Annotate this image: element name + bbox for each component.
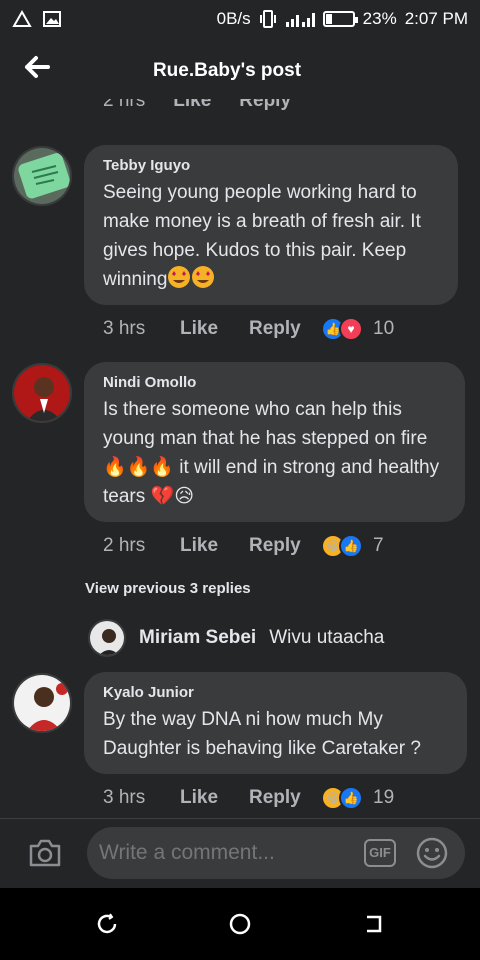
reply-button[interactable]: Reply: [239, 99, 291, 112]
comment-composer: GIF: [0, 818, 480, 888]
star-struck-emoji-icon: [192, 266, 215, 288]
reply-button[interactable]: Reply: [249, 535, 321, 557]
comment-text: Seeing young people working hard to make…: [103, 182, 421, 290]
reactions[interactable]: 😆 👍 19: [321, 786, 394, 810]
fire-emoji-icon: 🔥🔥🔥: [103, 457, 174, 478]
comment-meta: 3 hrs Like Reply 😆 👍 19: [103, 786, 394, 810]
system-nav-bar: [0, 888, 480, 960]
avatar[interactable]: [12, 363, 72, 423]
comment-author[interactable]: Kyalo Junior: [103, 684, 448, 701]
battery-percent: 23%: [362, 9, 397, 28]
view-previous-replies-link[interactable]: View previous 3 replies: [85, 580, 251, 597]
reaction-count: 19: [373, 787, 395, 808]
battery-icon: [322, 11, 358, 27]
reply-text: Wivu utaacha: [269, 627, 385, 648]
comment-time: 3 hrs: [103, 787, 146, 808]
page-title: Rue.Baby's post: [152, 60, 302, 81]
avatar[interactable]: [12, 146, 72, 206]
vibrate-icon: [259, 10, 276, 28]
reply-author[interactable]: Miriam Sebei: [139, 627, 256, 649]
comment-bubble[interactable]: Nindi Omollo Is there someone who can he…: [84, 362, 465, 522]
gif-button[interactable]: GIF: [364, 839, 396, 867]
reply-preview[interactable]: Miriam Sebei Wivu utaacha: [88, 619, 384, 657]
comment-input[interactable]: [87, 827, 465, 879]
emoji-icon[interactable]: [416, 837, 448, 869]
avatar[interactable]: [88, 619, 126, 657]
camera-icon[interactable]: [28, 838, 62, 868]
like-button[interactable]: Like: [173, 99, 211, 112]
comment-time: 2 hrs: [103, 99, 146, 111]
back-nav-icon[interactable]: [362, 912, 386, 936]
comment-text: Is there someone who can help this young…: [103, 399, 440, 507]
comment-bubble[interactable]: Tebby Iguyo Seeing young people working …: [84, 145, 458, 305]
crying-emoji-icon: 😥: [174, 486, 195, 507]
reply-button[interactable]: Reply: [249, 787, 321, 809]
like-button[interactable]: Like: [180, 787, 249, 809]
status-bar: 0B/s 23% 2:07 PM: [0, 0, 480, 38]
recent-apps-icon[interactable]: [95, 912, 119, 936]
reaction-count: 10: [373, 318, 395, 339]
reactions[interactable]: 😆 👍 7: [321, 534, 384, 558]
comment-meta: 2 hrs Like Reply 😆 👍 7: [103, 534, 384, 558]
like-reaction-icon: 👍: [339, 534, 363, 558]
comment-time: 3 hrs: [103, 318, 146, 339]
like-reaction-icon: 👍: [339, 786, 363, 810]
previous-comment-meta: 2 hrs Like Reply: [103, 99, 363, 121]
love-reaction-icon: ♥: [339, 317, 363, 341]
home-icon[interactable]: [228, 912, 252, 936]
clock: 2:07 PM: [404, 9, 468, 28]
like-button[interactable]: Like: [180, 318, 249, 340]
comment-author[interactable]: Tebby Iguyo: [103, 157, 439, 174]
comment-bubble[interactable]: Kyalo Junior By the way DNA ni how much …: [84, 672, 467, 774]
reaction-count: 7: [373, 535, 384, 556]
gallery-icon: [43, 11, 61, 27]
reactions[interactable]: 👍 ♥ 10: [321, 317, 394, 341]
avatar[interactable]: [12, 673, 72, 733]
broken-heart-emoji-icon: 💔: [150, 486, 175, 507]
net-speed: 0B/s: [216, 9, 251, 28]
comment-text: By the way DNA ni how much My Daughter i…: [103, 709, 421, 759]
comment-author[interactable]: Nindi Omollo: [103, 374, 446, 391]
reply-button[interactable]: Reply: [249, 318, 321, 340]
header: Rue.Baby's post: [0, 38, 480, 100]
comment-time: 2 hrs: [103, 535, 146, 556]
comment-meta: 3 hrs Like Reply 👍 ♥ 10: [103, 317, 394, 341]
warning-icon: [12, 10, 32, 27]
star-struck-emoji-icon: [168, 266, 191, 288]
signal-icon: [285, 13, 315, 27]
like-button[interactable]: Like: [180, 535, 249, 557]
